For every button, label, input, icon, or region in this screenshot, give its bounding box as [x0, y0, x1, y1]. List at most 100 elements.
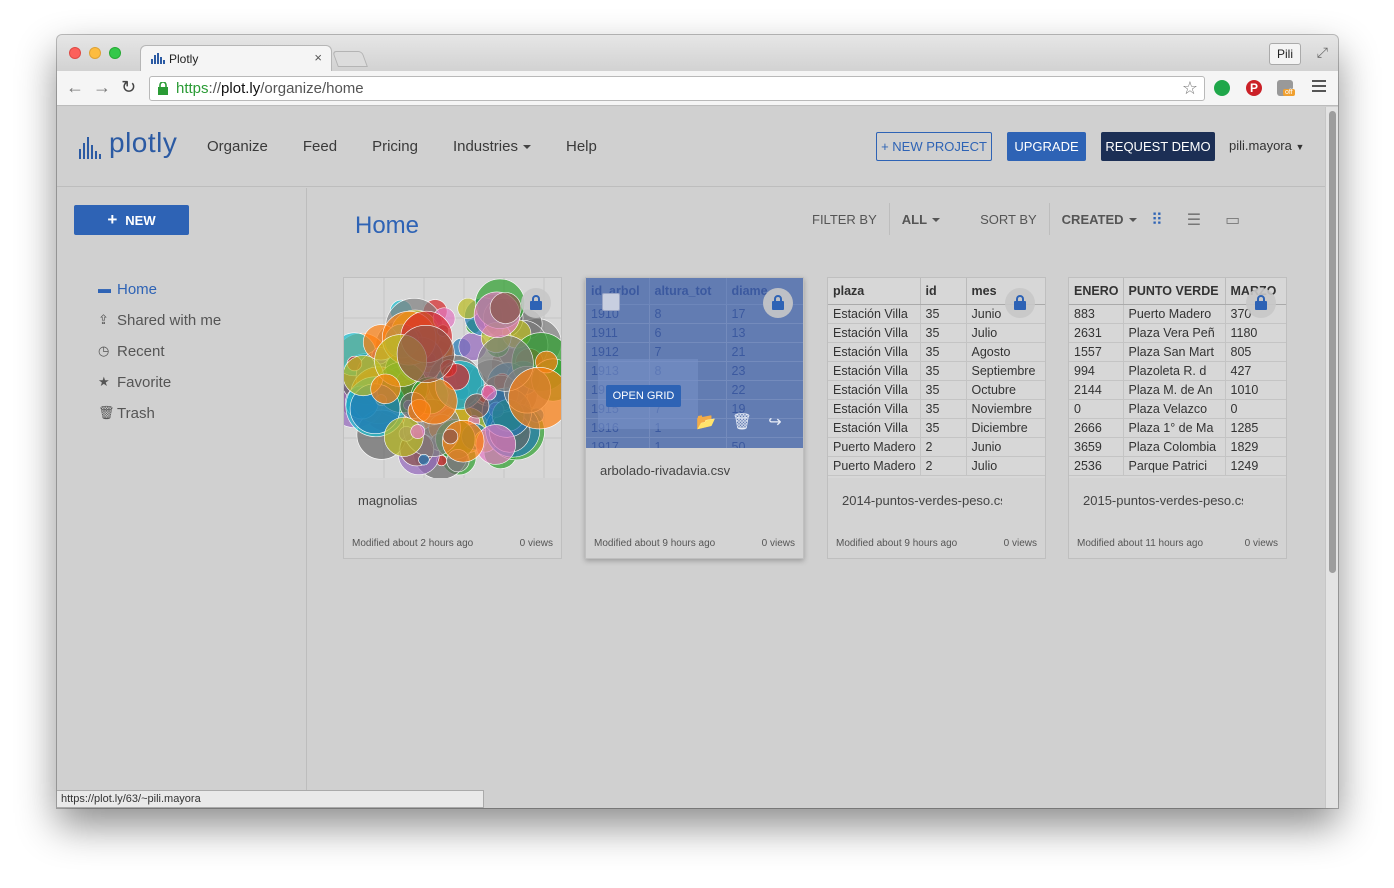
site-header: plotly Organize Feed Pricing Industries …	[57, 107, 1325, 187]
lock-icon[interactable]	[521, 288, 551, 318]
sidebar-item-recent[interactable]: ◷ Recent	[98, 343, 221, 374]
lock-icon[interactable]	[1005, 288, 1035, 318]
bookmark-star-icon[interactable]: ☆	[1182, 78, 1198, 99]
extension-off-icon[interactable]: off	[1277, 80, 1295, 96]
divider	[888, 203, 890, 235]
filter-value: ALL	[901, 211, 928, 227]
table-row: 2631 Plaza Vera Peñ 1180	[1069, 323, 1286, 343]
clock-icon: ◷	[98, 343, 110, 358]
browser-window: Plotly × Pili ⤢ ← → ↻ https://plot.ly/or…	[57, 35, 1338, 808]
single-view-icon[interactable]: ▭	[1225, 210, 1240, 230]
filter-dropdown[interactable]: ALL	[901, 211, 941, 227]
list-view-icon[interactable]: ☰	[1187, 210, 1201, 230]
folder-icon[interactable]: 📂	[696, 412, 716, 432]
table-cell: Plaza 1° de Ma	[1123, 418, 1226, 438]
grid-view-icon[interactable]: ⠿	[1151, 210, 1163, 230]
sidebar-item-trash[interactable]: 🗑 Trash	[98, 405, 221, 436]
sort-dropdown[interactable]: CREATED	[1062, 212, 1137, 227]
chevron-down-icon	[1128, 218, 1137, 223]
nav-industries-label: Industries	[452, 138, 518, 155]
sidebar-item-label: Shared with me	[117, 312, 222, 329]
table-cell: 2	[920, 456, 967, 476]
chevron-down-icon: ▼	[1295, 142, 1305, 152]
view-toggles: ⠿ ☰ ▭	[1151, 210, 1240, 230]
reload-icon[interactable]: ↻	[121, 78, 136, 96]
file-card-arbolado[interactable]: id_arbol altura_tot diame 1910 8 17 1911 6 13 191…	[585, 277, 804, 559]
select-checkbox[interactable]	[602, 293, 620, 311]
sidebar-item-home[interactable]: ▬ Home	[98, 281, 221, 312]
browser-tab[interactable]: Plotly ×	[140, 45, 332, 71]
file-name[interactable]: arbolado-rivadavia.csv	[600, 463, 760, 478]
profile-button[interactable]: Pili	[1269, 43, 1301, 65]
table-row: Estación Villa 35 Septiembre	[828, 361, 1045, 381]
lock-icon[interactable]	[763, 288, 793, 318]
bubble-mark	[442, 428, 459, 445]
nav-feed[interactable]: Feed	[303, 138, 337, 155]
table-cell: Estación Villa	[828, 418, 921, 438]
sidebar-item-shared[interactable]: ⇪ Shared with me	[98, 312, 221, 343]
user-menu[interactable]: pili.mayora ▼	[1229, 138, 1304, 153]
tab-close-icon[interactable]: ×	[314, 50, 322, 65]
table-cell: Estación Villa	[828, 323, 921, 343]
table-cell: Julio	[966, 456, 1045, 476]
sort-label: SORT BY	[980, 211, 1037, 227]
table-cell: 1829	[1225, 437, 1286, 457]
bubble-mark	[481, 384, 497, 401]
new-project-button[interactable]: + NEW PROJECT	[876, 132, 992, 161]
back-arrow-icon[interactable]: ←	[66, 78, 84, 96]
column-header: ENERO	[1069, 278, 1124, 305]
forward-arrow-icon[interactable]: →	[93, 78, 111, 96]
table-cell: Plaza Colombia	[1123, 437, 1226, 457]
plotly-logo[interactable]: plotly	[79, 127, 177, 159]
nav-industries[interactable]: Industries	[453, 138, 531, 155]
window-minimize-button[interactable]	[89, 47, 101, 59]
upgrade-button[interactable]: UPGRADE	[1007, 132, 1086, 161]
file-name[interactable]: magnolias	[358, 493, 518, 508]
sidebar-item-label: Trash	[117, 405, 155, 422]
table-cell: 1249	[1225, 456, 1286, 476]
browser-menu-icon[interactable]	[1312, 80, 1326, 95]
table-row: Estación Villa 35 Noviembre	[828, 399, 1045, 419]
file-card-2014-puntos-verdes[interactable]: plaza id mes Estación Villa 35 Junio Estación …	[827, 277, 1046, 559]
plotly-page: plotly Organize Feed Pricing Industries …	[57, 107, 1325, 808]
page-scrollbar[interactable]	[1325, 107, 1338, 808]
extension-green-icon[interactable]	[1214, 80, 1230, 96]
nav-organize[interactable]: Organize	[207, 138, 268, 155]
table-cell: 1285	[1225, 418, 1286, 438]
pinterest-icon[interactable]: P	[1246, 80, 1262, 96]
filter-label: FILTER BY	[812, 211, 877, 227]
table-cell: 0	[1069, 399, 1124, 419]
lock-icon[interactable]	[1246, 288, 1276, 318]
fullscreen-icon[interactable]: ⤢	[1317, 44, 1328, 61]
scrollbar-thumb[interactable]	[1329, 111, 1336, 573]
table-cell: Plazoleta R. d	[1123, 361, 1226, 381]
plotly-logo-icon	[79, 137, 101, 159]
new-label: NEW	[125, 213, 156, 228]
trash-icon[interactable]: 🗑	[732, 412, 752, 432]
new-button[interactable]: + NEW	[74, 205, 189, 235]
inbox-icon: ▬	[98, 281, 111, 296]
share-icon[interactable]: ↪	[768, 412, 781, 432]
nav-pricing[interactable]: Pricing	[372, 138, 418, 155]
table-row: 994 Plazoleta R. d 427	[1069, 361, 1286, 381]
table-cell: Julio	[966, 323, 1045, 343]
sidebar-item-favorite[interactable]: ★ Favorite	[98, 374, 221, 405]
file-card-2015-puntos-verdes[interactable]: ENEROPUNTO VERDEMARZO883Puerto Madero370…	[1068, 277, 1287, 559]
bubble-mark	[410, 424, 426, 439]
nav-help[interactable]: Help	[566, 138, 597, 155]
request-demo-button[interactable]: REQUEST DEMO	[1101, 132, 1215, 161]
open-grid-button[interactable]: OPEN GRID	[606, 385, 681, 407]
bubble-mark	[489, 292, 522, 324]
file-name[interactable]: 2015-puntos-verdes-peso.csv	[1083, 493, 1243, 508]
modified-time: Modified about 9 hours ago	[594, 538, 716, 549]
file-card-magnolias[interactable]: magnolias Modified about 2 hours ago 0 v…	[343, 277, 562, 559]
table-cell: Puerto Madero	[828, 437, 921, 457]
table-cell: Plaza Vera Peñ	[1123, 323, 1226, 343]
file-name[interactable]: 2014-puntos-verdes-peso.csv	[842, 493, 1002, 508]
table-cell: 1010	[1225, 380, 1286, 400]
window-close-button[interactable]	[69, 47, 81, 59]
new-tab-button[interactable]	[332, 51, 368, 67]
address-bar[interactable]: https://plot.ly/organize/home ☆	[149, 76, 1205, 101]
table-cell: Estación Villa	[828, 399, 921, 419]
window-maximize-button[interactable]	[109, 47, 121, 59]
